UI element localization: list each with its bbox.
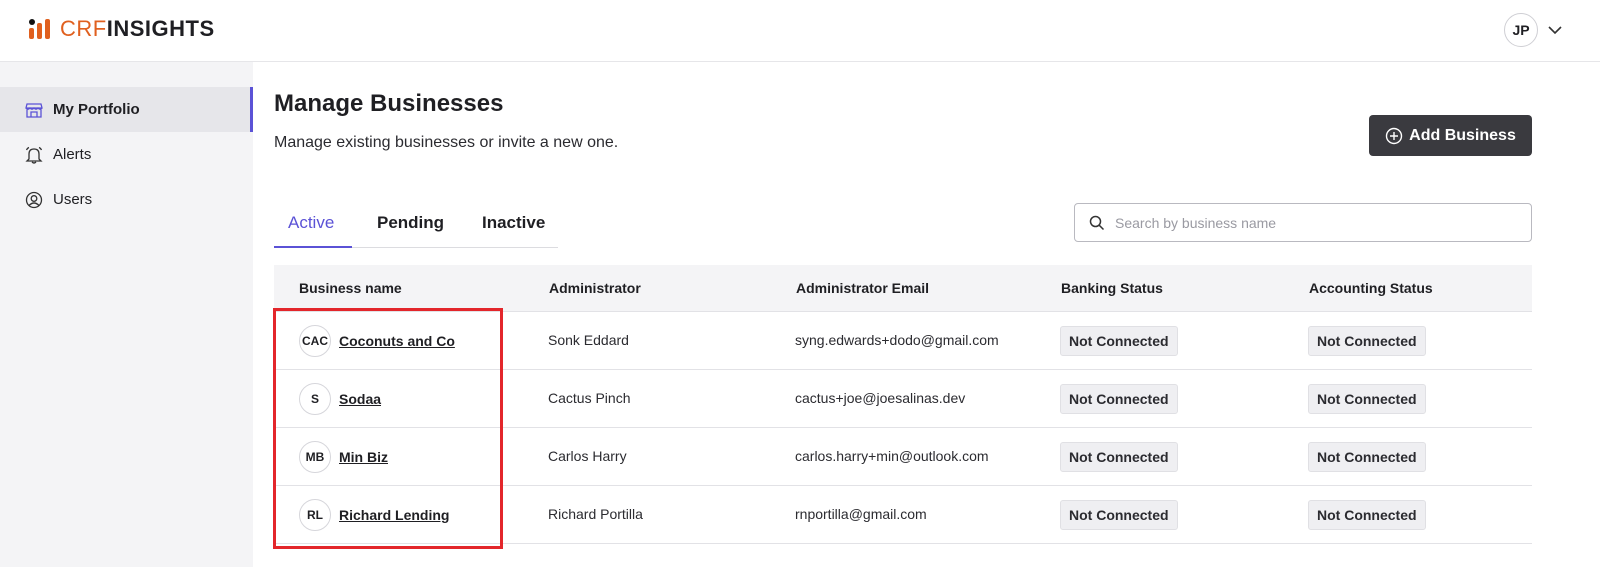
business-name-link[interactable]: Coconuts and Co <box>339 333 455 349</box>
bell-icon <box>25 146 43 164</box>
business-initials-avatar: MB <box>299 441 331 473</box>
column-header-accounting-status[interactable]: Accounting Status <box>1309 280 1433 296</box>
sidebar-item-my-portfolio[interactable]: My Portfolio <box>0 87 253 132</box>
accounting-status-badge: Not Connected <box>1308 500 1426 530</box>
add-business-button[interactable]: Add Business <box>1369 115 1532 156</box>
status-tabs: Active Pending Inactive <box>274 202 558 248</box>
page-title: Manage Businesses <box>274 90 504 117</box>
user-menu[interactable]: JP <box>1504 13 1564 47</box>
sidebar-item-label: Alerts <box>53 146 92 163</box>
column-header-banking-status[interactable]: Banking Status <box>1061 280 1163 296</box>
chevron-down-icon[interactable] <box>1546 21 1564 39</box>
administrator-email: carlos.harry+min@outlook.com <box>795 448 989 464</box>
crf-insights-logo[interactable]: CRFINSIGHTS <box>28 16 215 42</box>
tab-active[interactable]: Active <box>288 213 334 233</box>
column-header-administrator-email[interactable]: Administrator Email <box>796 280 929 296</box>
administrator-name: Sonk Eddard <box>548 332 629 348</box>
table-row: RL Richard Lending Richard Portilla rnpo… <box>274 486 1532 544</box>
sidebar-item-label: Users <box>53 191 93 208</box>
business-cell: RL Richard Lending <box>299 499 449 531</box>
administrator-name: Cactus Pinch <box>548 390 631 406</box>
main-content: Manage Businesses Manage existing busine… <box>253 62 1600 567</box>
administrator-name: Carlos Harry <box>548 448 627 464</box>
business-cell: S Sodaa <box>299 383 381 415</box>
banking-status-badge: Not Connected <box>1060 384 1178 414</box>
administrator-email: rnportilla@gmail.com <box>795 506 927 522</box>
tab-inactive[interactable]: Inactive <box>482 213 545 233</box>
sidebar-item-alerts[interactable]: Alerts <box>0 132 253 177</box>
storefront-icon <box>25 102 43 118</box>
table-row: CAC Coconuts and Co Sonk Eddard syng.edw… <box>274 312 1532 370</box>
add-business-label: Add Business <box>1409 126 1516 144</box>
accounting-status-badge: Not Connected <box>1308 442 1426 472</box>
search-box[interactable] <box>1074 203 1532 242</box>
business-initials-avatar: CAC <box>299 325 331 357</box>
banking-status-badge: Not Connected <box>1060 442 1178 472</box>
business-initials-avatar: RL <box>299 499 331 531</box>
user-avatar[interactable]: JP <box>1504 13 1538 47</box>
administrator-email: cactus+joe@joesalinas.dev <box>795 390 966 406</box>
top-bar: CRFINSIGHTS JP <box>0 0 1600 62</box>
tab-active-indicator <box>274 246 352 248</box>
business-name-link[interactable]: Min Biz <box>339 449 388 465</box>
business-name-link[interactable]: Richard Lending <box>339 507 449 523</box>
accounting-status-badge: Not Connected <box>1308 384 1426 414</box>
table-header: Business name Administrator Administrato… <box>274 265 1532 312</box>
business-initials-avatar: S <box>299 383 331 415</box>
search-icon <box>1089 215 1105 230</box>
table-row: S Sodaa Cactus Pinch cactus+joe@joesalin… <box>274 370 1532 428</box>
administrator-name: Richard Portilla <box>548 506 643 522</box>
column-header-administrator[interactable]: Administrator <box>549 280 641 296</box>
sidebar: My Portfolio Alerts Users <box>0 62 253 567</box>
search-input[interactable] <box>1115 214 1515 231</box>
business-cell: CAC Coconuts and Co <box>299 325 455 357</box>
administrator-email: syng.edwards+dodo@gmail.com <box>795 332 999 348</box>
tab-pending[interactable]: Pending <box>377 213 444 233</box>
business-cell: MB Min Biz <box>299 441 388 473</box>
accounting-status-badge: Not Connected <box>1308 326 1426 356</box>
banking-status-badge: Not Connected <box>1060 326 1178 356</box>
page-subtitle: Manage existing businesses or invite a n… <box>274 134 619 151</box>
table-row: MB Min Biz Carlos Harry carlos.harry+min… <box>274 428 1532 486</box>
business-name-link[interactable]: Sodaa <box>339 391 381 407</box>
logo-bars-icon <box>28 17 54 41</box>
banking-status-badge: Not Connected <box>1060 500 1178 530</box>
user-circle-icon <box>25 191 43 208</box>
sidebar-item-users[interactable]: Users <box>0 177 253 222</box>
sidebar-item-label: My Portfolio <box>53 101 140 118</box>
logo-text: CRFINSIGHTS <box>60 16 215 41</box>
businesses-table: Business name Administrator Administrato… <box>274 265 1532 544</box>
plus-circle-icon <box>1385 127 1403 144</box>
column-header-business-name[interactable]: Business name <box>299 280 402 296</box>
